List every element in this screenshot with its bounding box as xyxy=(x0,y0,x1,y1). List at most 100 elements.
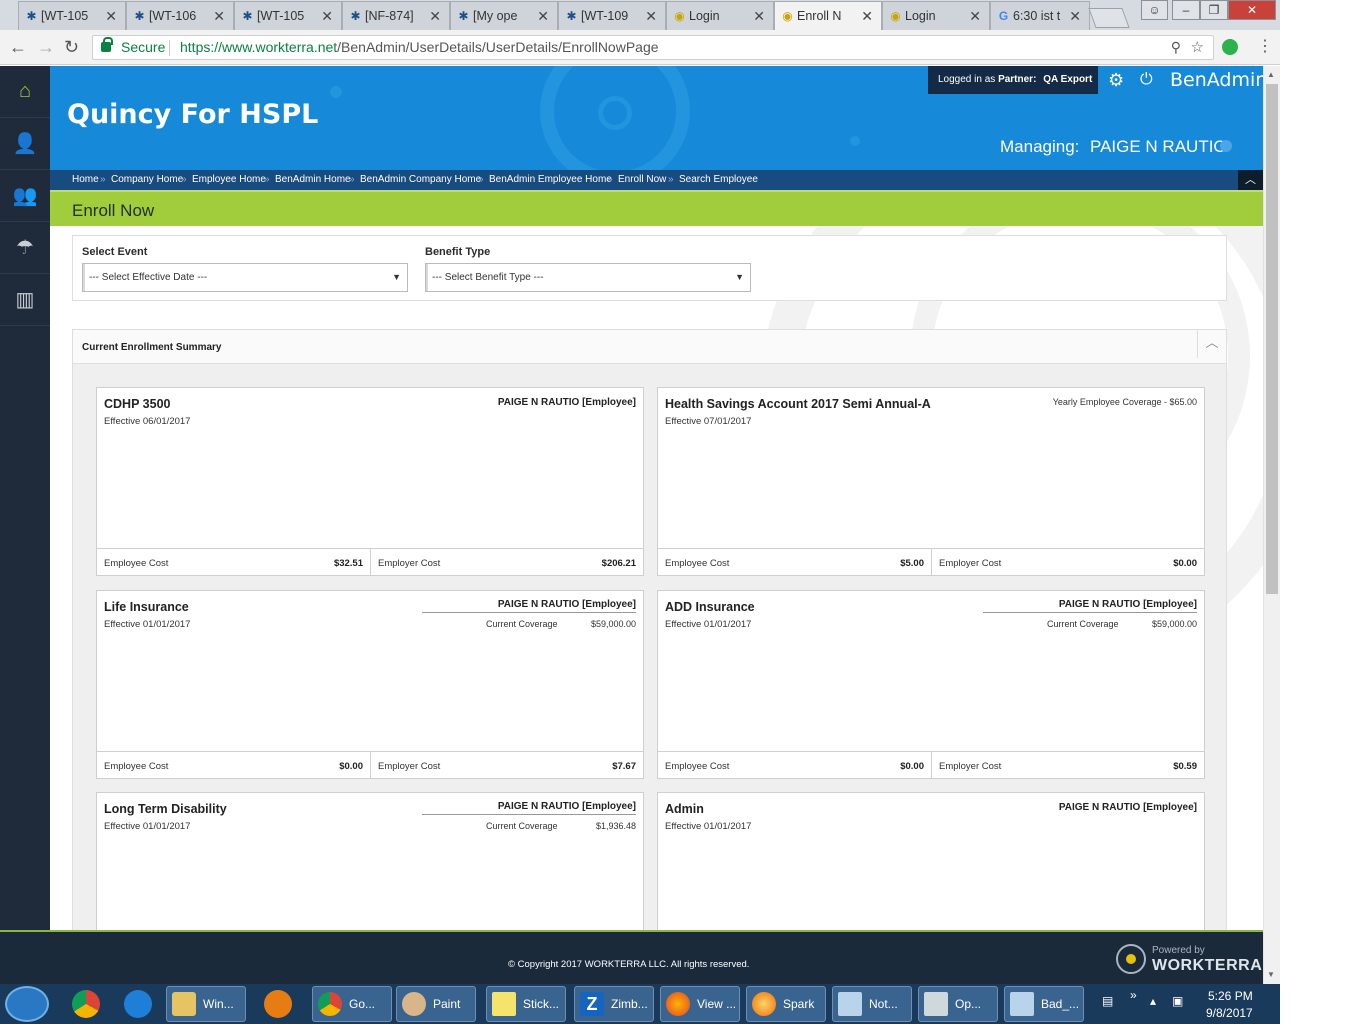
taskbar-button[interactable]: Not... xyxy=(832,986,912,1022)
close-icon[interactable]: ✕ xyxy=(537,8,549,25)
browser-tab[interactable]: ✱ [WT-106 ✕ xyxy=(126,1,234,30)
taskbar-button[interactable]: Z Zimb... xyxy=(574,986,654,1022)
taskbar-button[interactable]: Go... xyxy=(312,986,392,1022)
select-event-dropdown[interactable]: --- Select Effective Date --- ▼ xyxy=(82,263,408,292)
settings-gear-icon[interactable]: ⚙ xyxy=(1108,70,1124,91)
employee-cost-value: $0.00 xyxy=(900,761,924,772)
bookmark-star-icon[interactable]: ☆ xyxy=(1191,36,1204,59)
browser-tab[interactable]: ✱ [WT-105 ✕ xyxy=(234,1,342,30)
powered-by-brand: WORKTERRA xyxy=(1152,957,1263,974)
close-icon[interactable]: ✕ xyxy=(213,8,225,25)
summary-collapse-button[interactable]: ︿ xyxy=(1197,330,1226,358)
notepad-icon xyxy=(1010,992,1034,1016)
window-close-button[interactable]: ✕ xyxy=(1228,0,1276,20)
breadcrumb-benadmin-employee-home[interactable]: BenAdmin Employee Home xyxy=(489,174,612,185)
coverage-value: $59,000.00 xyxy=(590,619,636,629)
taskbar-button[interactable]: Bad_... xyxy=(1004,986,1084,1022)
sidebar-item-benefits[interactable]: ☂ xyxy=(0,222,50,274)
back-icon[interactable]: ← xyxy=(9,37,27,58)
sidebar-item-reports[interactable]: ▥ xyxy=(0,274,50,326)
minimize-button[interactable]: – xyxy=(1172,0,1200,20)
sidebar-item-employee[interactable]: 👤 xyxy=(0,118,50,170)
close-icon[interactable]: ✕ xyxy=(861,8,873,25)
reload-icon[interactable]: ↻ xyxy=(64,37,79,58)
users-icon: 👥 xyxy=(12,185,38,207)
tray-overflow-icon[interactable]: » xyxy=(1130,988,1137,1002)
taskbar-label: Zimb... xyxy=(611,997,648,1011)
browser-tab[interactable]: ◉ Login ✕ xyxy=(882,1,990,30)
breadcrumb-home[interactable]: Home xyxy=(72,174,99,185)
breadcrumb-company-home[interactable]: Company Home xyxy=(111,174,183,185)
sidebar-item-employees[interactable]: 👥 xyxy=(0,170,50,222)
media-player-icon[interactable] xyxy=(264,990,292,1018)
user-icon: 👤 xyxy=(12,133,38,155)
benefit-enrollee: PAIGE N RAUTIO [Employee] xyxy=(983,599,1197,613)
managing-name[interactable]: PAIGE N RAUTIO xyxy=(1090,137,1227,157)
scroll-thumb[interactable] xyxy=(1266,84,1278,594)
breadcrumb-separator: » xyxy=(349,174,355,185)
clock-time[interactable]: 5:26 PM xyxy=(1208,989,1253,1003)
page-scrollbar[interactable]: ▲ ▼ xyxy=(1263,66,1280,984)
menu-dots-icon[interactable]: ⋮ xyxy=(1257,36,1273,56)
close-icon[interactable]: ✕ xyxy=(753,8,765,25)
workterra-icon: ◉ xyxy=(782,9,793,23)
url-input[interactable]: Secure https://www.workterra.net/BenAdmi… xyxy=(92,35,1214,60)
breadcrumb-search-employee[interactable]: Search Employee xyxy=(679,174,758,185)
scroll-down-icon[interactable]: ▼ xyxy=(1267,970,1275,979)
browser-tab[interactable]: ◉ Login ✕ xyxy=(666,1,774,30)
clock-date[interactable]: 9/8/2017 xyxy=(1206,1006,1253,1020)
benefit-enrollee: PAIGE N RAUTIO [Employee] xyxy=(497,397,636,408)
taskbar-button[interactable]: Win... xyxy=(166,986,246,1022)
power-icon[interactable]: ⏻ xyxy=(1140,71,1153,89)
taskbar-button[interactable]: View ... xyxy=(660,986,740,1022)
scroll-up-icon[interactable]: ▲ xyxy=(1267,70,1275,79)
close-icon[interactable]: ✕ xyxy=(969,8,981,25)
close-icon[interactable]: ✕ xyxy=(105,8,117,25)
zoom-icon[interactable]: ⚲ xyxy=(1171,36,1181,59)
close-icon[interactable]: ✕ xyxy=(429,8,441,25)
close-icon[interactable]: ✕ xyxy=(1069,8,1081,25)
taskbar-button[interactable]: Stick... xyxy=(486,986,566,1022)
browser-tab[interactable]: ✱ [WT-105 ✕ xyxy=(18,1,126,30)
breadcrumb-benadmin-home[interactable]: BenAdmin Home xyxy=(275,174,351,185)
info-icon[interactable] xyxy=(1220,140,1232,152)
close-icon[interactable]: ✕ xyxy=(645,8,657,25)
browser-tab[interactable]: ✱ [My ope ✕ xyxy=(450,1,558,30)
breadcrumb-enroll-now[interactable]: Enroll Now xyxy=(618,174,666,185)
taskbar-button[interactable]: Paint xyxy=(396,986,476,1022)
new-tab-button[interactable] xyxy=(1088,8,1130,28)
sidebar-item-home[interactable]: ⌂ xyxy=(0,66,50,118)
filter-panel: Select Event --- Select Effective Date -… xyxy=(72,235,1227,301)
brand-logo: BenAdmin xyxy=(1170,69,1263,91)
browser-tab-active[interactable]: ◉ Enroll N ✕ xyxy=(774,1,882,30)
grammarly-icon[interactable] xyxy=(1222,39,1238,55)
tray-folder-icon[interactable]: ▤ xyxy=(1102,994,1113,1008)
app-footer: © Copyright 2017 WORKTERRA LLC. All righ… xyxy=(0,930,1263,984)
browser-tab[interactable]: ✱ [NF-874] ✕ xyxy=(342,1,450,30)
tray-up-arrow-icon[interactable]: ▴ xyxy=(1150,994,1156,1008)
chrome-icon[interactable] xyxy=(72,990,100,1018)
maximize-button[interactable]: ❐ xyxy=(1200,0,1228,20)
close-icon[interactable]: ✕ xyxy=(321,8,333,25)
employer-cost-label: Employer Cost xyxy=(378,558,441,569)
breadcrumb-benadmin-company-home[interactable]: BenAdmin Company Home xyxy=(360,174,481,185)
user-icon[interactable]: ☺ xyxy=(1141,0,1168,20)
start-button[interactable] xyxy=(5,986,49,1022)
breadcrumb-collapse-button[interactable]: ︿ xyxy=(1238,170,1263,190)
breadcrumb-employee-home[interactable]: Employee Home xyxy=(192,174,266,185)
browser-tab[interactable]: G 6:30 ist t ✕ xyxy=(990,1,1090,30)
screen: ✱ [WT-105 ✕ ✱ [WT-106 ✕ ✱ [WT-105 ✕ ✱ [N… xyxy=(0,0,1358,1024)
internet-explorer-icon[interactable] xyxy=(124,990,152,1018)
os-taskbar: Win... Go... Paint Stick... Z Zimb... Vi… xyxy=(0,984,1280,1024)
taskbar-button[interactable]: Op... xyxy=(918,986,998,1022)
coverage-value: $59,000.00 xyxy=(1151,619,1197,629)
benefit-type-dropdown[interactable]: --- Select Benefit Type --- ▼ xyxy=(425,263,751,292)
browser-tab[interactable]: ✱ [WT-109 ✕ xyxy=(558,1,666,30)
workterra-icon: ◉ xyxy=(890,9,901,23)
taskbar-button[interactable]: Spark xyxy=(746,986,826,1022)
network-icon[interactable]: ▣ xyxy=(1172,994,1183,1008)
benefits-icon: ☂ xyxy=(16,237,34,259)
employee-cost-cell: Employee Cost $0.00 xyxy=(658,752,931,779)
forward-icon[interactable]: → xyxy=(37,37,55,58)
yearly-coverage: Yearly Employee Coverage - $65.00 xyxy=(1052,397,1197,407)
